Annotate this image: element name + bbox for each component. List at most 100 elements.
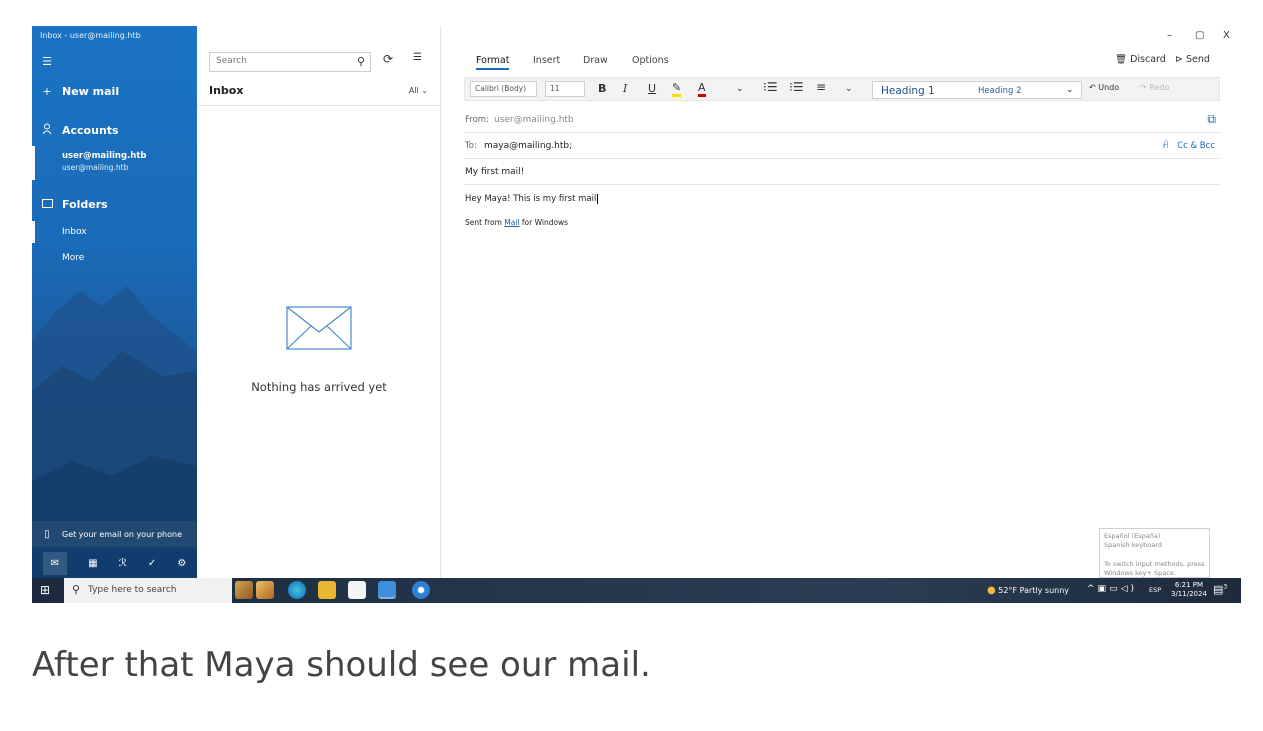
calendar-icon[interactable]: ▦ bbox=[88, 558, 97, 569]
undo-icon: ↶ bbox=[1089, 83, 1096, 92]
hamburger-button[interactable]: ☰ bbox=[32, 53, 197, 69]
filter-dropdown[interactable]: All ⌄ bbox=[409, 86, 428, 95]
send-icon: ⊳ bbox=[1175, 54, 1183, 65]
file-explorer-icon[interactable] bbox=[318, 581, 336, 599]
person-icon bbox=[32, 123, 62, 137]
chevron-down-icon[interactable]: ⌄ bbox=[736, 84, 744, 94]
search-placeholder: Search bbox=[216, 56, 247, 66]
folders-button[interactable]: Folders bbox=[32, 196, 197, 212]
font-color-button[interactable]: A bbox=[698, 82, 706, 97]
taskbar-app-icon[interactable] bbox=[256, 581, 274, 599]
chevron-down-icon[interactable]: ⌄ bbox=[1066, 85, 1074, 95]
taskbar-search-input[interactable]: ⚲ Type here to search bbox=[64, 578, 232, 603]
plus-icon: + bbox=[42, 84, 52, 98]
highlight-icon[interactable]: ✎ bbox=[672, 82, 682, 97]
notification-icon[interactable]: ▤3 bbox=[1213, 583, 1227, 596]
tab-insert[interactable]: Insert bbox=[533, 55, 560, 66]
settings-gear-icon[interactable]: ⚙ bbox=[177, 558, 186, 569]
todo-icon[interactable]: ✓ bbox=[148, 558, 156, 569]
bold-button[interactable]: B bbox=[598, 82, 606, 95]
new-mail-button[interactable]: + New mail bbox=[32, 83, 197, 99]
account-selection-indicator bbox=[32, 146, 35, 180]
text-cursor bbox=[597, 194, 602, 204]
message-list-pane: Search ⚲ ⟳ ☰ Inbox All ⌄ Nothing has arr… bbox=[197, 26, 441, 578]
phone-icon: ▯ bbox=[44, 528, 50, 540]
signature-suffix: for Windows bbox=[519, 218, 569, 227]
volume-icon: ◁) bbox=[1120, 584, 1138, 594]
select-mode-icon[interactable]: ☰ bbox=[413, 52, 422, 63]
font-size-select[interactable]: 11 bbox=[545, 81, 585, 97]
underline-button[interactable]: U bbox=[648, 82, 656, 95]
mail-icon[interactable]: ✉ bbox=[42, 552, 67, 575]
tab-draw[interactable]: Draw bbox=[583, 55, 608, 66]
cc-bcc-button[interactable]: ꋬ Cc & Bcc bbox=[1162, 140, 1215, 151]
edge-browser-icon[interactable] bbox=[288, 581, 306, 599]
numbered-list-icon[interactable]: ⁝☰ bbox=[789, 80, 804, 94]
discard-button[interactable]: 🗑 Discard bbox=[1115, 54, 1166, 65]
sidebar-bottom-nav: ✉ ▦ ℛ ✓ ⚙ bbox=[32, 549, 197, 578]
chevron-down-icon[interactable]: ⌄ bbox=[845, 84, 853, 94]
network-icon: ▭ bbox=[1109, 584, 1121, 594]
system-tray[interactable]: ^▣▭◁) bbox=[1087, 584, 1137, 594]
send-label: Send bbox=[1186, 54, 1210, 65]
filter-label: All bbox=[408, 86, 419, 95]
to-label: To: bbox=[465, 141, 477, 151]
search-icon: ⚲ bbox=[72, 583, 81, 596]
close-button[interactable]: X bbox=[1223, 30, 1230, 41]
chevron-down-icon: ⌄ bbox=[421, 86, 428, 95]
heading1-style[interactable]: Heading 1 bbox=[881, 85, 935, 97]
sync-icon[interactable]: ⟳ bbox=[383, 52, 393, 66]
message-body[interactable]: Hey Maya! This is my first mail bbox=[465, 194, 602, 204]
input-method-tooltip: Español (España) Spanish keyboard To swi… bbox=[1099, 528, 1210, 578]
taskbar-clock[interactable]: 6:21 PM 3/11/2024 bbox=[1171, 581, 1207, 599]
bullet-list-icon[interactable]: ⁝☰ bbox=[763, 80, 778, 94]
folder-more[interactable]: More bbox=[62, 253, 84, 263]
signature-link[interactable]: Mail bbox=[504, 218, 519, 227]
taskbar-app-icon[interactable] bbox=[235, 581, 253, 599]
accounts-button[interactable]: Accounts bbox=[32, 122, 197, 138]
to-value: maya@mailing.htb; bbox=[484, 141, 573, 151]
taskbar-app-icon[interactable] bbox=[412, 581, 430, 599]
italic-button[interactable]: I bbox=[623, 82, 627, 95]
language-indicator[interactable]: ESP bbox=[1149, 586, 1161, 594]
weather-widget[interactable]: ● 52°F Partly sunny bbox=[987, 585, 1069, 596]
maximize-button[interactable]: ▢ bbox=[1195, 30, 1204, 41]
heading2-style[interactable]: Heading 2 bbox=[978, 86, 1021, 96]
cc-bcc-label: Cc & Bcc bbox=[1177, 141, 1215, 151]
store-icon[interactable] bbox=[348, 581, 366, 599]
list-heading: Inbox bbox=[209, 84, 244, 97]
ime-line4: Windows key+ Space. bbox=[1104, 569, 1176, 577]
align-icon[interactable]: ≡ bbox=[816, 80, 826, 94]
phone-promo-button[interactable]: ▯ Get your email on your phone bbox=[32, 521, 197, 547]
hamburger-icon: ☰ bbox=[42, 54, 52, 68]
font-name-select[interactable]: Calibri (Body) bbox=[470, 81, 537, 97]
mail-app-screenshot: Inbox - user@mailing.htb ☰ + New mail Ac… bbox=[32, 26, 1241, 603]
popout-icon[interactable]: ⧉ bbox=[1207, 112, 1216, 127]
signature: Sent from Mail for Windows bbox=[465, 218, 568, 227]
account-item[interactable]: user@mailing.htb user@mailing.htb bbox=[62, 150, 146, 174]
redo-button[interactable]: ↷ Redo bbox=[1140, 83, 1169, 92]
compose-pane: – ▢ X Format Insert Draw Options 🗑 Disca… bbox=[442, 26, 1241, 578]
windows-start-icon[interactable]: ⊞ bbox=[40, 583, 50, 597]
folder-inbox[interactable]: Inbox bbox=[62, 227, 87, 237]
battery-icon: ▣ bbox=[1097, 584, 1110, 594]
to-field[interactable]: To: maya@mailing.htb; ꋬ Cc & Bcc bbox=[464, 133, 1220, 159]
from-field[interactable]: From: user@mailing.htb ⧉ bbox=[464, 107, 1220, 133]
clock-time: 6:21 PM bbox=[1174, 581, 1204, 589]
weather-sun-icon: ● bbox=[987, 585, 996, 596]
trash-icon: 🗑 bbox=[1115, 54, 1128, 65]
account-email: user@mailing.htb bbox=[62, 163, 129, 172]
folder-selection-indicator bbox=[32, 221, 35, 243]
body-text: Hey Maya! This is my first mail bbox=[465, 194, 597, 204]
send-button[interactable]: ⊳ Send bbox=[1175, 54, 1210, 65]
search-icon[interactable]: ⚲ bbox=[357, 55, 365, 68]
undo-button[interactable]: ↶ Undo bbox=[1089, 83, 1119, 92]
search-input[interactable]: Search ⚲ bbox=[209, 52, 371, 72]
tab-options[interactable]: Options bbox=[632, 55, 669, 66]
subject-field[interactable]: My first mail! bbox=[464, 159, 1220, 185]
mail-app-taskbar-icon[interactable] bbox=[378, 581, 396, 599]
people-icon[interactable]: ℛ bbox=[119, 558, 127, 569]
minimize-button[interactable]: – bbox=[1167, 30, 1172, 41]
window-title: Inbox - user@mailing.htb bbox=[40, 31, 141, 40]
tab-format[interactable]: Format bbox=[476, 55, 510, 70]
